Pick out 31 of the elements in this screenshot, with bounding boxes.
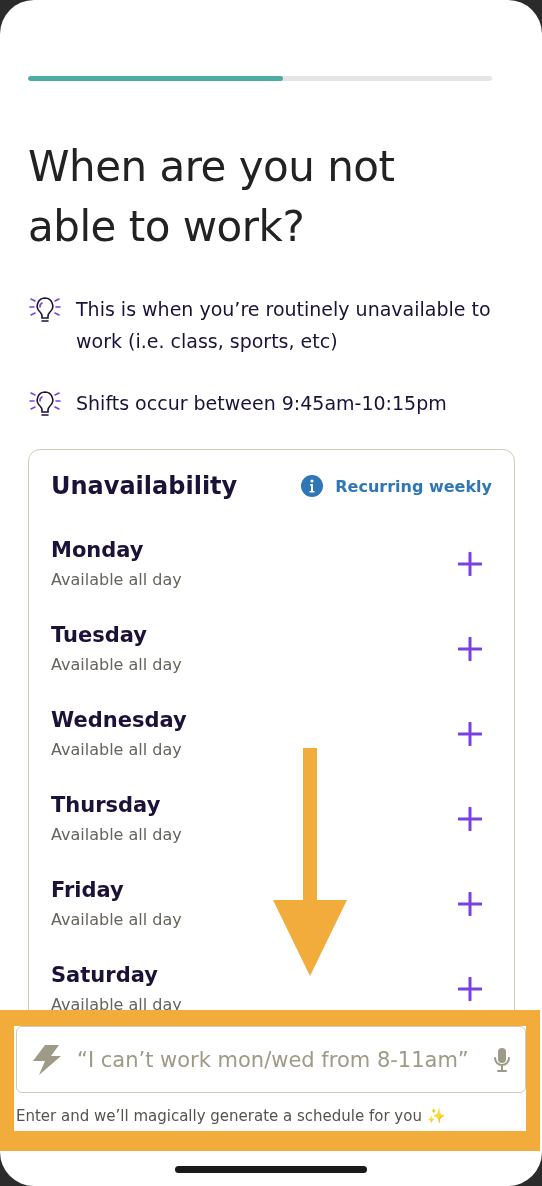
info-icon	[301, 475, 324, 497]
recurring-note: Recurring weekly	[335, 476, 492, 496]
day-status: Available all day	[51, 825, 182, 844]
day-status: Available all day	[51, 740, 183, 759]
day-status: Available all day	[51, 995, 182, 1014]
plus-icon	[458, 891, 482, 916]
down-arrow-icon	[272, 748, 348, 976]
plus-icon	[458, 551, 482, 576]
page-title: When are you not able to work?	[28, 141, 396, 253]
day-name: Saturday	[51, 963, 159, 987]
lightbulb-icon	[28, 389, 62, 419]
lightbulb-icon	[28, 295, 62, 325]
day-name: Friday	[51, 878, 125, 902]
prompt-field[interactable]: “I can’t work mon/wed from 8-11am”	[16, 1026, 526, 1093]
day-name: Monday	[51, 538, 145, 562]
plus-icon	[458, 806, 482, 831]
day-status: Available all day	[51, 570, 182, 589]
lightning-icon	[33, 1044, 61, 1075]
tip-text: Shifts occur between 9:45am-10:15pm	[76, 391, 447, 416]
plus-icon	[458, 976, 482, 1001]
hint-text: Enter and we’ll magically generate a schedule for you ✨	[15, 1106, 447, 1127]
plus-icon	[458, 636, 482, 661]
day-status: Available all day	[51, 655, 182, 674]
day-name: Tuesday	[51, 623, 148, 647]
card-title: Unavailability	[51, 472, 238, 500]
tip-text: This is when you’re routinely unavailable to work (i.e. class, sports, etc)	[76, 297, 492, 354]
plus-icon	[458, 721, 482, 746]
day-name: Wednesday	[51, 708, 187, 732]
microphone-icon[interactable]	[493, 1046, 511, 1073]
day-status: Available all day	[51, 910, 182, 929]
day-name: Thursday	[51, 793, 162, 817]
